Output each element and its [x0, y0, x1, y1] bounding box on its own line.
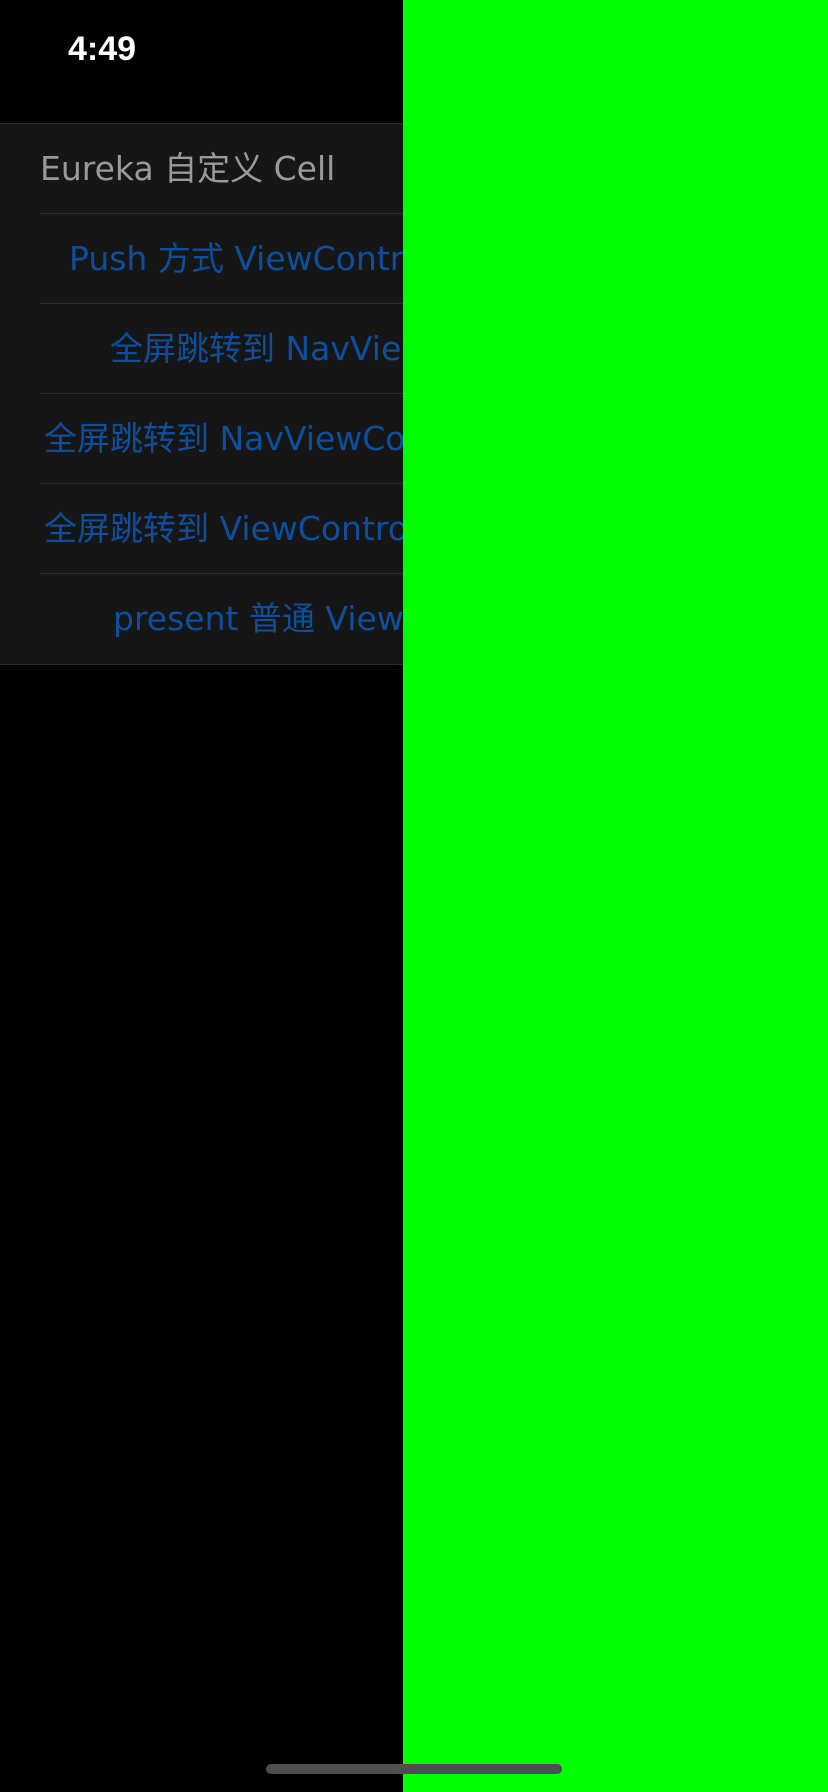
- home-indicator[interactable]: [266, 1764, 562, 1774]
- status-time: 4:49: [68, 30, 137, 68]
- green-overlay-panel: [403, 0, 828, 1792]
- row-label[interactable]: 全屏跳转到 ViewContro: [44, 484, 408, 574]
- app-screen: 4:49 Eureka 自定义 Cell Push 方式 ViewContro …: [0, 0, 828, 1792]
- section-header-label: Eureka 自定义 Cell: [40, 149, 336, 188]
- row-label[interactable]: Push 方式 ViewContro: [69, 214, 423, 304]
- row-label[interactable]: 全屏跳转到 NavViewCo: [44, 394, 405, 484]
- row-label[interactable]: 全屏跳转到 NavViev: [110, 304, 421, 394]
- row-label[interactable]: present 普通 ViewC: [113, 574, 427, 664]
